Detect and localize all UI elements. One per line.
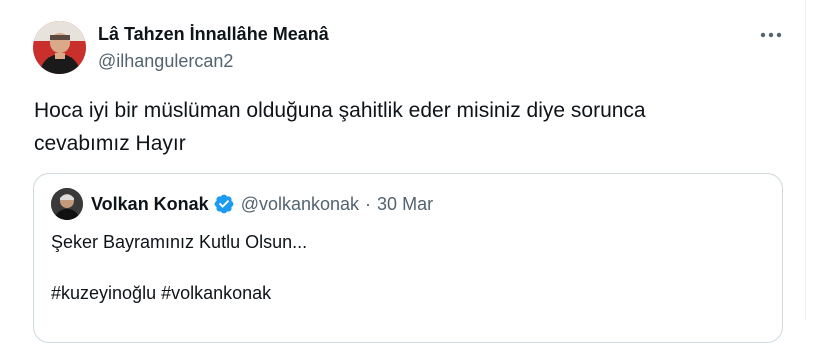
quoted-author-display-name[interactable]: Volkan Konak [91,194,209,215]
quoted-tweet[interactable]: Volkan Konak @volkankonak · 30 Mar Şeker… [33,173,783,343]
tweet-text-line: Hoca iyi bir müslüman olduğuna şahitlik … [34,99,646,122]
quoted-tweet-header: Volkan Konak @volkankonak · 30 Mar [51,188,433,220]
verified-badge-icon [214,194,234,214]
tweet-text-line: cevabımız Hayır [34,132,186,155]
separator-dot: · [365,193,372,214]
tweet-text: Hoca iyi bir müslüman olduğuna şahitlik … [34,94,774,160]
author-handle[interactable]: @ilhangulercan2 [98,49,329,73]
more-horizontal-icon [760,32,782,38]
author-display-name[interactable]: Lâ Tahzen İnnallâhe Meanâ [98,22,329,46]
quoted-author-avatar[interactable] [51,188,83,220]
column-divider [805,0,806,321]
tweet[interactable]: Lâ Tahzen İnnallâhe Meanâ @ilhangulercan… [0,0,805,343]
quoted-tweet-date[interactable]: 30 Mar [377,194,433,215]
tweet-author: Lâ Tahzen İnnallâhe Meanâ @ilhangulercan… [98,22,329,73]
quoted-author-handle[interactable]: @volkankonak [241,194,359,215]
more-options-button[interactable] [756,22,786,48]
quoted-tweet-hashtags[interactable]: #kuzeyinoğlu #volkankonak [51,283,271,304]
quoted-tweet-text: Şeker Bayramınız Kutlu Olsun... [51,232,308,252]
author-avatar[interactable] [33,21,86,74]
